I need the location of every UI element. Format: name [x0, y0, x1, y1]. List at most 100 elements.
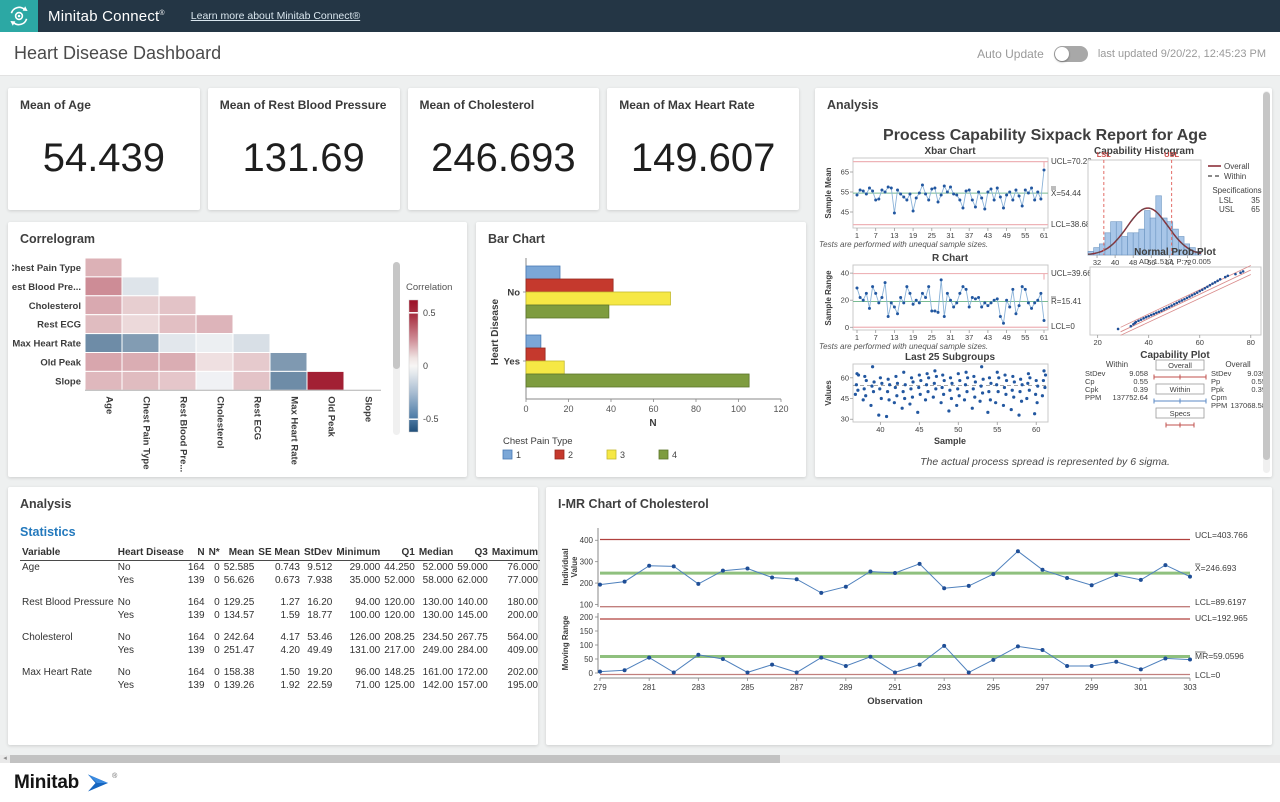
stats-cell: 52.585	[222, 561, 257, 575]
chart-text: 300	[580, 557, 594, 566]
stats-cell: 208.25	[382, 631, 417, 644]
chart-text: 120	[773, 404, 788, 414]
chart-text: 25	[928, 231, 936, 240]
kpi-label: Mean of Max Heart Rate	[619, 98, 754, 112]
horizontal-scrollbar-thumb[interactable]	[10, 755, 780, 763]
chart-text: 31	[946, 333, 954, 342]
chart-text: 0	[423, 361, 428, 371]
stats-cell: 200.00	[490, 609, 540, 622]
stats-col-header: SE Mean	[256, 545, 302, 561]
chart-text: 100	[731, 404, 746, 414]
learn-more-link[interactable]: Learn more about Minitab Connect®	[191, 10, 360, 22]
bar-No-4	[526, 305, 609, 318]
stats-col-header: Q1	[382, 545, 417, 561]
chart-text: 45	[915, 425, 923, 434]
corr-cell	[233, 353, 270, 372]
chart-text: 50	[584, 655, 593, 664]
chart-text: 55	[841, 188, 849, 197]
chart-text: 19	[909, 333, 917, 342]
stats-cell: 44.250	[382, 561, 417, 575]
stats-cell: 58.000	[417, 574, 455, 587]
corr-cell	[122, 315, 159, 334]
chart-text: 20	[841, 296, 849, 305]
chart-text: 137068.58	[1231, 401, 1266, 410]
chart-text: USL	[1164, 150, 1179, 159]
stats-cell: 29.000	[334, 561, 382, 575]
chart-text: 40	[1145, 338, 1153, 347]
footer-registered-mark: ®	[112, 773, 117, 780]
stats-cell: 71.00	[334, 679, 382, 692]
stats-cell: 164	[186, 596, 207, 609]
stats-cell: 158.38	[222, 666, 257, 679]
bar-No-2	[526, 279, 613, 292]
stats-cell: 16.20	[302, 596, 334, 609]
sixpack-scrollbar-thumb[interactable]	[1263, 92, 1270, 460]
stats-cell: Yes	[116, 644, 186, 657]
panel-title: Bar Chart	[488, 232, 545, 246]
bar-Yes-2	[526, 348, 545, 361]
stats-cell: 0.673	[256, 574, 302, 587]
chart-text: 20	[1093, 338, 1101, 347]
stats-cell: 0	[207, 644, 222, 657]
corr-col-label: Age	[104, 396, 115, 414]
stats-cell: Yes	[116, 609, 186, 622]
bar-Yes-1	[526, 335, 541, 348]
chart-text: 55	[1021, 231, 1029, 240]
stats-col-header: Median	[417, 545, 455, 561]
chart-text: 60	[1196, 338, 1204, 347]
chart-text: 0	[523, 404, 528, 414]
sixpack-scrollbar[interactable]	[1263, 91, 1270, 473]
stats-cell	[20, 679, 116, 692]
chart-text: 200	[580, 579, 594, 588]
chart-text: 293	[937, 683, 951, 692]
corr-cell	[270, 371, 307, 390]
correlogram-scrollbar[interactable]	[393, 262, 400, 435]
corr-row-label: Slope	[55, 376, 81, 387]
stats-cell: 0	[207, 631, 222, 644]
correlogram-scrollbar-thumb[interactable]	[393, 262, 400, 369]
corr-cell	[159, 371, 196, 390]
stats-cell: 148.25	[382, 666, 417, 679]
chart-text: 20	[563, 404, 573, 414]
kpi-value: 149.607	[607, 136, 799, 181]
stats-cell: 9.512	[302, 561, 334, 575]
chart-text: LCL=89.6197	[1195, 597, 1247, 607]
stats-cell: 164	[186, 561, 207, 575]
chart-text: 43	[984, 231, 992, 240]
kpi-value: 54.439	[8, 136, 200, 181]
chart-text: 279	[593, 683, 607, 692]
stats-cell: 49.49	[302, 644, 334, 657]
stats-row: Yes1390251.474.2049.49131.00217.00249.00…	[20, 644, 540, 657]
chart-text: N	[649, 418, 656, 429]
center-line-label: R=15.41	[1051, 297, 1082, 306]
chart-text: PPM	[1211, 401, 1227, 410]
corr-col-label: Slope	[363, 396, 374, 422]
chart-text: PPM	[1085, 393, 1101, 402]
kpi-card-3: Mean of Max Heart Rate 149.607	[607, 88, 799, 210]
chart-text: 100	[580, 600, 594, 609]
scroll-left-arrow-icon[interactable]: ◂	[0, 755, 10, 763]
stats-cell: No	[116, 596, 186, 609]
auto-update-toggle[interactable]	[1054, 46, 1088, 62]
stats-cell: 130.00	[417, 596, 455, 609]
stats-row: CholesterolNo1640242.644.1753.46126.0020…	[20, 631, 540, 644]
chart-text: 31	[946, 231, 954, 240]
horizontal-scrollbar[interactable]: ◂	[0, 755, 1280, 763]
corr-cell	[196, 353, 233, 372]
chart-text: Sample Range	[824, 270, 833, 326]
corr-cell	[159, 353, 196, 372]
chart-text: 7	[874, 231, 878, 240]
stats-cell	[20, 644, 116, 657]
minitab-connect-logo[interactable]	[0, 0, 38, 32]
panel-bar-chart: Bar Chart 020406080100120NoYesNHeart Dis…	[476, 222, 806, 477]
stats-cell	[20, 574, 116, 587]
corr-col-label: Cholesterol	[215, 396, 226, 448]
toggle-knob	[1055, 47, 1069, 61]
kpi-card-2: Mean of Cholesterol246.693	[408, 88, 600, 210]
stats-row: Yes139056.6260.6737.93835.00052.00058.00…	[20, 574, 540, 587]
bar-legend-item: 1	[516, 450, 521, 460]
corr-row-label: Max Heart Rate	[12, 339, 81, 350]
auto-update-label: Auto Update	[977, 47, 1044, 61]
chart-text: Within	[1224, 172, 1246, 181]
chart-text: UCL=403.766	[1195, 530, 1248, 540]
